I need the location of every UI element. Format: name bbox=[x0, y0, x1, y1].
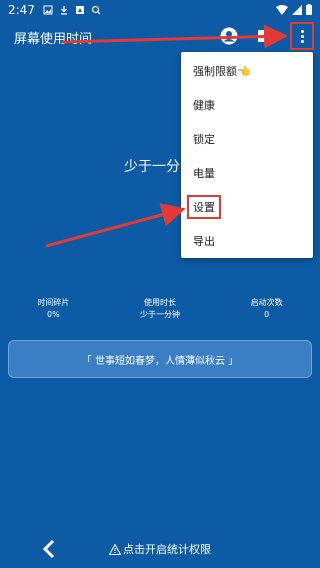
lock-screen-icon[interactable] bbox=[258, 28, 270, 44]
app-icon bbox=[75, 6, 84, 14]
status-bar: 2:47 bbox=[0, 0, 320, 20]
download-icon bbox=[60, 6, 67, 15]
quote-card[interactable]: 「 世事短如春梦，人情薄似秋云 」 bbox=[8, 340, 312, 378]
arrow-to-settings bbox=[45, 203, 186, 248]
menu-item-battery[interactable]: 电量 bbox=[181, 156, 313, 190]
menu-item-label: 锁定 bbox=[193, 133, 215, 146]
bottom-bar: 点击开启统计权限 bbox=[0, 530, 320, 568]
menu-item-settings[interactable]: 设置 bbox=[181, 190, 313, 224]
more-vert-icon bbox=[300, 29, 304, 43]
page-title: 屏幕使用时间 bbox=[14, 32, 93, 47]
app-bar: 屏幕使用时间 bbox=[0, 20, 320, 56]
warning-icon bbox=[109, 543, 121, 555]
menu-item-label: 导出 bbox=[193, 235, 215, 248]
battery-icon bbox=[306, 4, 312, 15]
enable-stats-permission-button[interactable]: 点击开启统计权限 bbox=[109, 541, 211, 557]
more-options-button[interactable] bbox=[290, 22, 314, 50]
stat-launches: 启动次数 0 bbox=[213, 297, 320, 321]
stat-duration: 使用时长 少于一分钟 bbox=[107, 297, 214, 321]
system-icons bbox=[276, 4, 312, 15]
notification-icons bbox=[43, 5, 101, 15]
menu-item-lock[interactable]: 锁定 bbox=[181, 122, 313, 156]
stat-value: 少于一分钟 bbox=[140, 310, 180, 319]
image-icon bbox=[43, 5, 53, 15]
menu-item-force-limit[interactable]: 强制限额👈 bbox=[181, 54, 313, 88]
stat-label: 使用时长 bbox=[144, 298, 176, 307]
permission-text: 点击开启统计权限 bbox=[123, 543, 211, 556]
stat-value: 0 bbox=[264, 310, 270, 319]
menu-item-label: 健康 bbox=[193, 99, 215, 112]
status-time: 2:47 bbox=[8, 3, 35, 17]
stat-fragments: 时间碎片 0% bbox=[0, 297, 107, 321]
overflow-menu: 强制限额👈 健康 锁定 电量 设置 导出 bbox=[181, 52, 313, 258]
back-icon[interactable] bbox=[40, 538, 60, 560]
account-icon[interactable] bbox=[220, 27, 238, 45]
stat-value: 0% bbox=[46, 310, 60, 319]
menu-item-label: 设置 bbox=[187, 195, 221, 219]
menu-item-label: 电量 bbox=[193, 167, 215, 180]
stats-row: 时间碎片 0% 使用时长 少于一分钟 启动次数 0 bbox=[0, 297, 320, 321]
menu-item-label: 强制限额👈 bbox=[193, 65, 251, 78]
stat-label: 启动次数 bbox=[250, 298, 283, 307]
menu-item-health[interactable]: 健康 bbox=[181, 88, 313, 122]
signal-icon bbox=[292, 4, 302, 15]
usage-summary: 少于一分 bbox=[124, 159, 180, 175]
search-notification-icon bbox=[91, 5, 101, 15]
menu-item-export[interactable]: 导出 bbox=[181, 224, 313, 258]
stat-label: 时间碎片 bbox=[37, 298, 70, 307]
wifi-icon bbox=[276, 4, 288, 15]
